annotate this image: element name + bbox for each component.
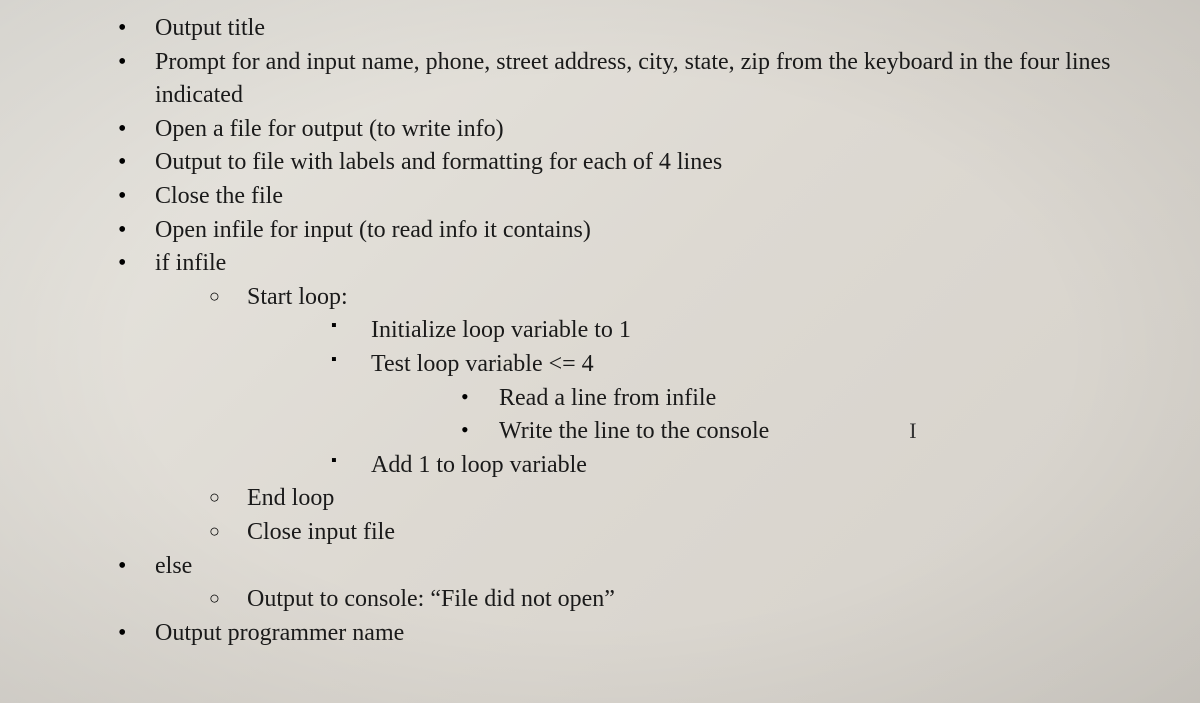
- list-item: Add 1 to loop variable: [331, 449, 1180, 483]
- item-text: Start loop:: [247, 284, 348, 310]
- item-text: Write the line to the console: [499, 418, 769, 444]
- list-item: else Output to console: “File did not op…: [100, 550, 1180, 617]
- list-item: if infile Start loop: Initialize loop va…: [100, 247, 1180, 549]
- list-item: Open infile for input (to read info it c…: [100, 214, 1180, 248]
- list-item: Output title: [100, 12, 1180, 46]
- list-item: Test loop variable <= 4 Read a line from…: [331, 348, 1180, 449]
- item-text: Open infile for input (to read info it c…: [155, 217, 591, 243]
- item-text: Output to console: “File did not open”: [247, 586, 615, 612]
- bullet-list-level-2: Output to console: “File did not open”: [155, 583, 1180, 617]
- item-text: End loop: [247, 485, 334, 511]
- bullet-list-level-2: Start loop: Initialize loop variable to …: [155, 281, 1180, 550]
- list-item: End loop: [209, 482, 1180, 516]
- item-text: Test loop variable <= 4: [371, 351, 594, 377]
- list-item: Close input file: [209, 516, 1180, 550]
- list-item: Start loop: Initialize loop variable to …: [209, 281, 1180, 483]
- item-text: Initialize loop variable to 1: [371, 317, 631, 343]
- item-text: else: [155, 553, 192, 579]
- item-text: Output programmer name: [155, 620, 404, 646]
- list-item: Prompt for and input name, phone, street…: [100, 46, 1180, 113]
- list-item: Output programmer name: [100, 617, 1180, 651]
- item-text: Close the file: [155, 183, 283, 209]
- item-text: Output to file with labels and formattin…: [155, 149, 722, 175]
- item-text: Prompt for and input name, phone, street…: [155, 49, 1111, 109]
- list-item: Initialize loop variable to 1: [331, 314, 1180, 348]
- item-text: Open a file for output (to write info): [155, 116, 504, 142]
- list-item: Output to console: “File did not open”: [209, 583, 1180, 617]
- text-cursor-icon: I: [909, 418, 916, 443]
- bullet-list-level-3: Initialize loop variable to 1 Test loop …: [247, 314, 1180, 482]
- item-text: Close input file: [247, 519, 395, 545]
- list-item: Write the line to the console I: [461, 415, 1180, 449]
- list-item: Output to file with labels and formattin…: [100, 146, 1180, 180]
- list-item: Open a file for output (to write info): [100, 113, 1180, 147]
- item-text: Output title: [155, 15, 265, 41]
- bullet-list-level-4: Read a line from infile Write the line t…: [371, 382, 1180, 449]
- bullet-list-level-1: Output title Prompt for and input name, …: [100, 12, 1180, 650]
- item-text: Add 1 to loop variable: [371, 452, 587, 478]
- item-text: Read a line from infile: [499, 385, 716, 411]
- item-text: if infile: [155, 250, 226, 276]
- list-item: Read a line from infile: [461, 382, 1180, 416]
- list-item: Close the file: [100, 180, 1180, 214]
